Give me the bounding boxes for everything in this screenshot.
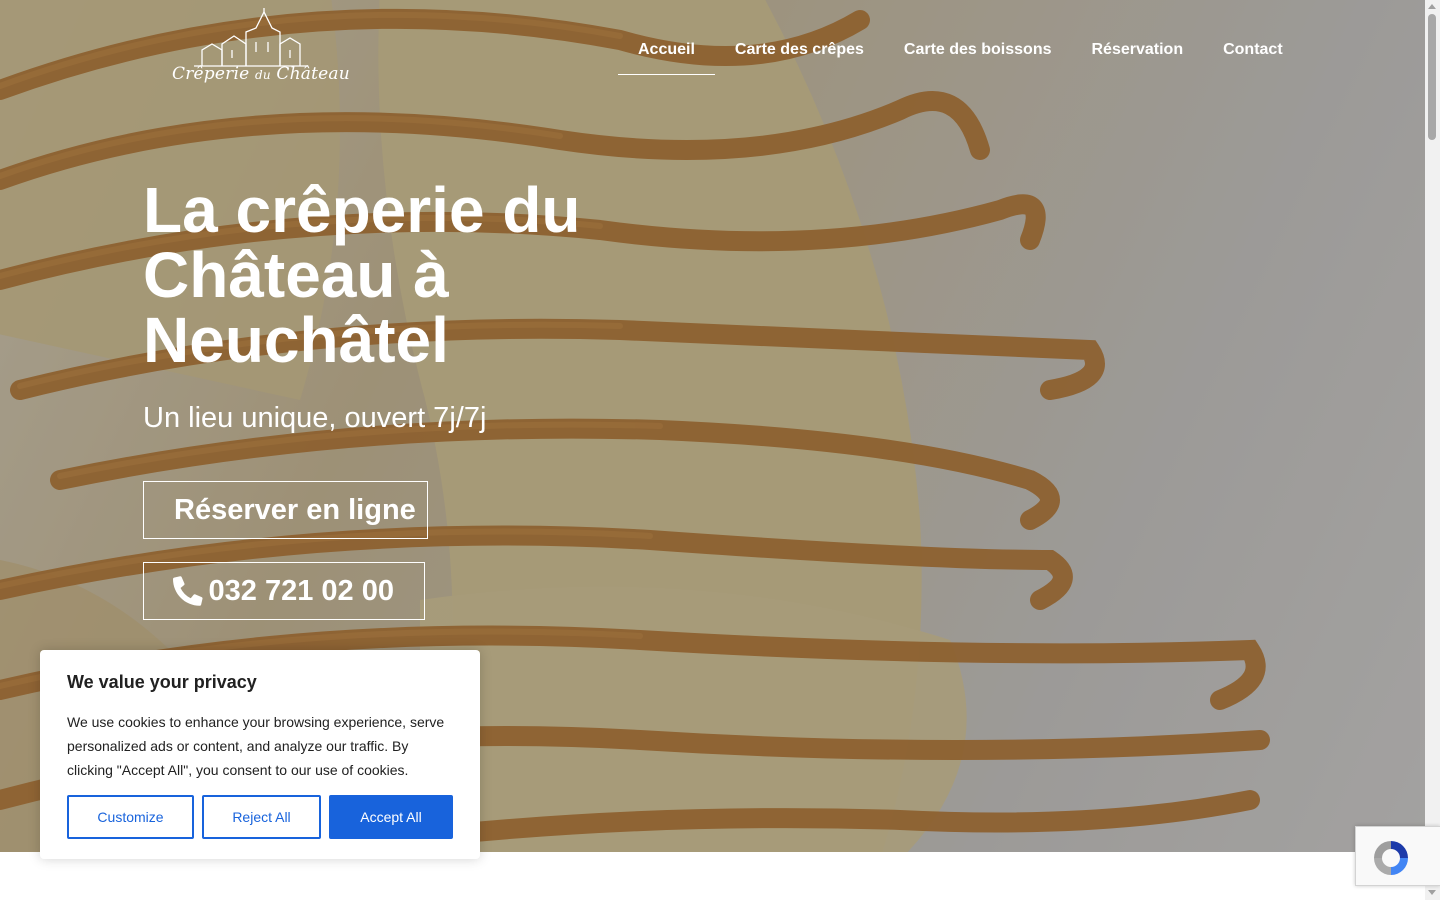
nav-item-reservation[interactable]: Réservation (1072, 28, 1204, 74)
recaptcha-badge[interactable] (1355, 826, 1440, 886)
reserve-online-button[interactable]: Réserver en ligne (143, 481, 428, 539)
phone-call-button[interactable]: 032 721 02 00 (143, 562, 425, 620)
phone-icon (173, 576, 203, 606)
hero-subtitle: Un lieu unique, ouvert 7j/7j (143, 402, 487, 434)
cookie-banner-title: We value your privacy (67, 672, 257, 692)
hero-title: La crêperie du Château à Neuchâtel (143, 174, 581, 376)
scroll-up-arrow-icon[interactable] (1428, 4, 1436, 9)
page-scrollbar[interactable] (1425, 0, 1440, 900)
reject-all-button[interactable]: Reject All (202, 795, 321, 839)
nav-item-carte-des-boissons[interactable]: Carte des boissons (884, 28, 1072, 74)
customize-button[interactable]: Customize (67, 795, 194, 839)
phone-number-label: 032 721 02 00 (208, 574, 394, 607)
logo-text: Crêperie du Château (172, 64, 350, 84)
scrollbar-thumb[interactable] (1428, 14, 1436, 140)
nav-item-accueil[interactable]: Accueil (618, 28, 715, 75)
cookie-banner-actions: Customize Reject All Accept All (67, 795, 453, 839)
site-logo[interactable]: Crêperie du Château (172, 8, 350, 96)
castle-icon (194, 8, 308, 67)
cookie-consent-banner: We value your privacy We use cookies to … (40, 650, 480, 859)
accept-all-button[interactable]: Accept All (329, 795, 453, 839)
nav-item-carte-des-crepes[interactable]: Carte des crêpes (715, 28, 884, 74)
cookie-banner-text: We use cookies to enhance your browsing … (67, 714, 445, 778)
reserve-online-label: Réserver en ligne (174, 493, 416, 526)
recaptcha-icon (1374, 841, 1408, 875)
nav-item-contact[interactable]: Contact (1203, 28, 1303, 74)
main-navigation: Accueil Carte des crêpes Carte des boiss… (618, 28, 1303, 75)
scroll-down-arrow-icon[interactable] (1428, 890, 1436, 895)
